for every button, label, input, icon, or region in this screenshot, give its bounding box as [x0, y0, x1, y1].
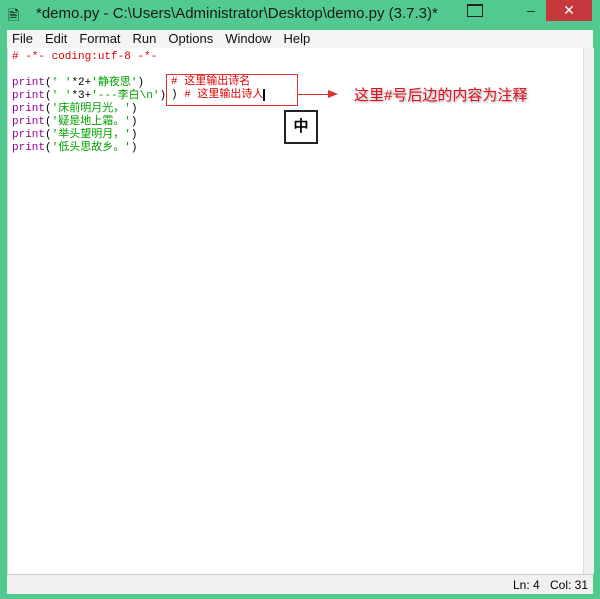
ime-indicator[interactable]: 中 — [284, 110, 318, 144]
comment-poet: # 这里输出诗人 — [177, 89, 264, 101]
close-button[interactable]: ✕ — [546, 0, 592, 21]
code-line: print(' '*3+'---李白\n') — [12, 90, 167, 102]
text-cursor: ​ — [263, 89, 266, 101]
window-title: *demo.py - C:\Users\Administrator\Deskto… — [36, 5, 438, 22]
code-line: print('床前明月光，') — [12, 103, 138, 115]
annotation-label: 这里#号后边的内容为注释 — [354, 87, 528, 104]
menu-bar: File Edit Format Run Options Window Help — [7, 30, 593, 48]
menu-edit[interactable]: Edit — [40, 30, 72, 48]
menu-window[interactable]: Window — [220, 30, 276, 48]
title-bar[interactable]: 🖹 *demo.py - C:\Users\Administrator\Desk… — [0, 0, 600, 30]
code-line: print('疑是地上霜。') — [12, 116, 138, 128]
annotation-arrow — [298, 94, 332, 95]
status-bar: Ln: 4 Col: 31 — [7, 574, 593, 594]
menu-help[interactable]: Help — [278, 30, 315, 48]
code-line: print('举头望明月，') — [12, 129, 138, 141]
code-text[interactable]: # -*- coding:utf-8 -*- print(' '*2+'静夜思'… — [12, 51, 166, 155]
menu-options[interactable]: Options — [163, 30, 218, 48]
comment-highlight-box: # 这里输出诗名 ) # 这里输出诗人​ — [166, 74, 298, 106]
menu-run[interactable]: Run — [128, 30, 162, 48]
python-file-icon: 🖹 — [8, 7, 20, 23]
column-number: Col: 31 — [550, 578, 589, 592]
menu-file[interactable]: File — [7, 30, 38, 48]
comment-poem-title: # 这里输出诗名 — [171, 76, 251, 88]
code-line: print('低头思故乡。') — [12, 142, 138, 154]
code-line: print(' '*2+'静夜思') — [12, 77, 145, 89]
menu-format[interactable]: Format — [74, 30, 125, 48]
minimize-button[interactable]: – — [520, 2, 542, 22]
maximize-button[interactable] — [467, 4, 483, 17]
idle-editor-window: 🖹 *demo.py - C:\Users\Administrator\Desk… — [0, 0, 600, 599]
line-number: Ln: 4 — [513, 578, 540, 592]
arrow-head-icon — [328, 90, 338, 98]
encoding-comment: # -*- coding:utf-8 -*- — [12, 51, 158, 63]
vertical-scrollbar[interactable] — [583, 48, 594, 574]
